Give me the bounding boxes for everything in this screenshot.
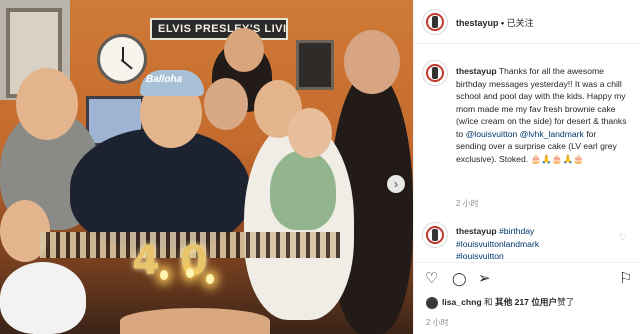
share-plane-icon[interactable]: ➢ xyxy=(478,271,491,287)
header-username[interactable]: thestayup xyxy=(456,18,499,28)
likes-and: 和 xyxy=(481,297,496,307)
toddler xyxy=(270,150,336,230)
toddler-head xyxy=(288,108,332,158)
birthday-cake xyxy=(120,308,270,334)
child-back-head xyxy=(204,78,248,130)
person-back-head xyxy=(224,28,264,72)
boy xyxy=(0,262,86,334)
wall-sign: ELVIS PRESLEY'S LIVING xyxy=(150,18,288,40)
avatar-figure xyxy=(432,16,438,28)
follow-status[interactable]: 已关注 xyxy=(507,18,534,28)
post-header: thestayup • 已关注 xyxy=(414,0,640,44)
likes-suffix: 赞了 xyxy=(557,297,575,307)
hashtag-louisvuitton[interactable]: #louisvuitton xyxy=(456,251,504,261)
hashtag-text: thestayup #birthday #louisvuittonlandmar… xyxy=(456,225,628,263)
clock-hand-minute xyxy=(120,59,133,70)
bookmark-icon[interactable]: ⚐ xyxy=(619,271,632,287)
separator-dot: • xyxy=(498,18,507,28)
liker-avatar[interactable] xyxy=(426,296,438,309)
comment-like-heart-icon[interactable]: ♡ xyxy=(619,232,627,243)
likes-others-count[interactable]: 其他 217 位用户 xyxy=(495,297,557,307)
candle-flame xyxy=(160,270,168,280)
wall-portrait xyxy=(296,40,334,90)
liker-username[interactable]: lisa_chng xyxy=(442,297,482,307)
likes-summary: lisa_chng 和 其他 217 位用户赞了 xyxy=(426,296,636,309)
cap-text: Balloha xyxy=(146,74,183,85)
caption-time: 2 小时 xyxy=(456,199,479,208)
wall-clock xyxy=(97,34,147,84)
action-bar: ♡ ◯ ➢ ⚐ xyxy=(414,262,640,292)
post-photo[interactable]: ELVIS PRESLEY'S LIVING Balloha 4 0 › xyxy=(0,0,413,334)
person-left-head xyxy=(16,68,78,140)
candle-flame xyxy=(186,268,194,278)
post-time: 2 小时 xyxy=(426,318,449,327)
balloon-digit-0: 0 xyxy=(180,238,208,284)
comment-username[interactable]: thestayup xyxy=(456,226,497,236)
balloon-digit-4: 4 xyxy=(132,238,160,284)
avatar[interactable] xyxy=(422,9,448,35)
mention-louisvuitton[interactable]: @louisvuitton xyxy=(466,129,518,139)
candle-flame xyxy=(206,274,214,284)
caption-username[interactable]: thestayup xyxy=(456,66,497,76)
avatar-figure xyxy=(432,67,438,79)
avatar-figure xyxy=(432,229,438,241)
post-sidebar: thestayup • 已关注 thestayup Thanks for all… xyxy=(413,0,640,334)
hashtag-birthday[interactable]: #birthday xyxy=(499,226,534,236)
comment-bubble-icon[interactable]: ◯ xyxy=(452,271,467,287)
avatar[interactable] xyxy=(422,60,448,86)
next-photo-button[interactable]: › xyxy=(387,175,405,193)
header-username-row: thestayup • 已关注 xyxy=(456,16,534,29)
hashtag-louisvuittonlandmark[interactable]: #louisvuittonlandmark xyxy=(456,239,539,249)
mention-lvhk-landmark[interactable]: @lvhk_landmark xyxy=(520,129,584,139)
heart-icon[interactable]: ♡ xyxy=(425,271,438,287)
caption-text: thestayup Thanks for all the awesome bir… xyxy=(456,65,628,165)
avatar[interactable] xyxy=(422,222,448,248)
person-right-head xyxy=(344,30,400,94)
